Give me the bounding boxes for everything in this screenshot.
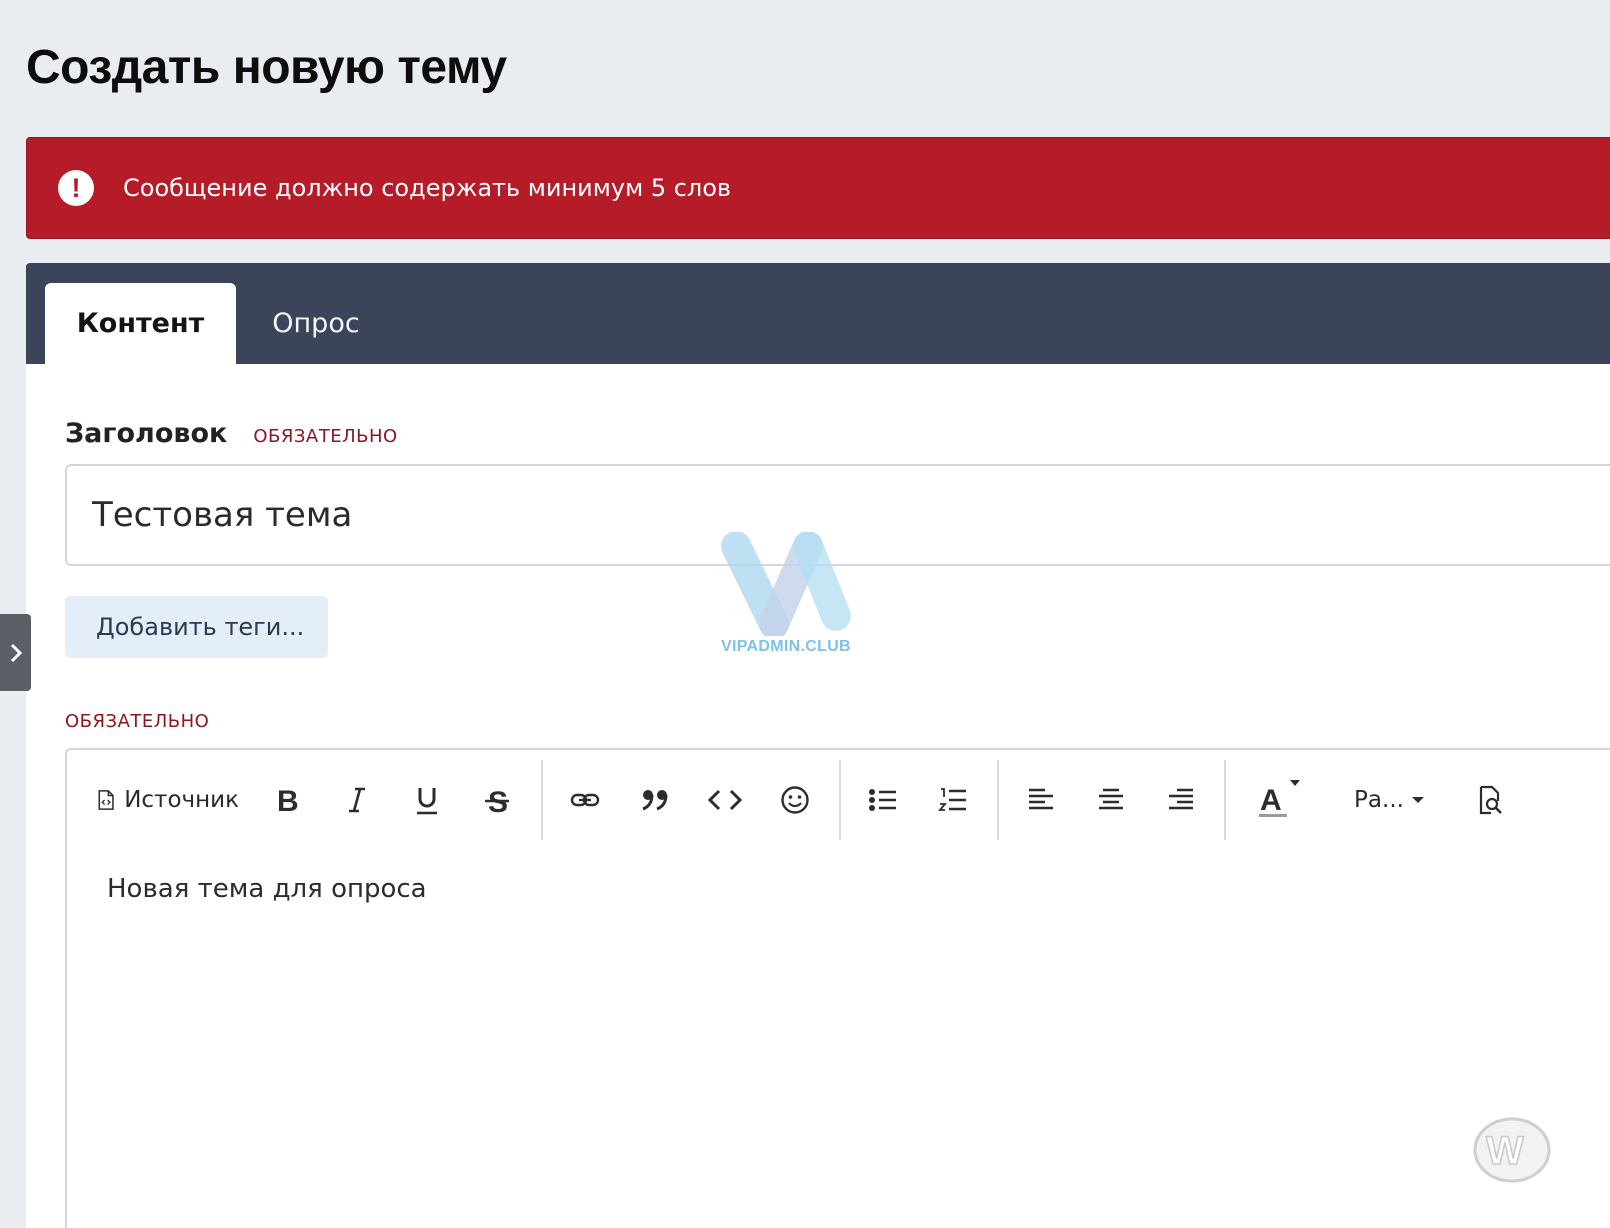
code-icon: [708, 789, 742, 811]
align-right-icon: [1169, 788, 1193, 810]
bold-button[interactable]: B: [263, 770, 311, 830]
exclamation-icon: !: [58, 170, 94, 206]
code-button[interactable]: [701, 770, 749, 830]
align-center-button[interactable]: [1087, 770, 1135, 830]
w-logo-icon: W: [1473, 1117, 1551, 1183]
error-banner: ! Сообщение должно содержать минимум 5 с…: [26, 137, 1610, 239]
emoji-button[interactable]: [771, 770, 819, 830]
sidebar-toggle-button[interactable]: [0, 614, 31, 691]
toolbar-separator: [839, 760, 841, 840]
title-field-label: Заголовок ОБЯЗАТЕЛЬНО: [65, 418, 398, 449]
chevron-right-icon: [10, 643, 22, 662]
quote-button[interactable]: [631, 770, 679, 830]
font-size-label: Ра...: [1354, 787, 1404, 813]
svg-text:B: B: [277, 786, 298, 814]
svg-text:A: A: [1260, 784, 1282, 817]
numbered-list-icon: [938, 788, 966, 811]
w-logo-badge: W: [1472, 1116, 1552, 1184]
align-center-icon: [1099, 788, 1123, 810]
svg-text:W: W: [1486, 1129, 1524, 1173]
toolbar-separator: [1224, 760, 1226, 840]
title-label: Заголовок: [65, 418, 228, 449]
align-left-icon: [1029, 788, 1053, 810]
preview-button[interactable]: [1467, 770, 1515, 830]
bold-icon: B: [277, 786, 298, 814]
tabs-bar: Контент Опрос: [26, 263, 1610, 364]
italic-icon: [349, 787, 365, 813]
content-panel: Заголовок ОБЯЗАТЕЛЬНО Добавить теги... О…: [26, 364, 1610, 1228]
page-title: Создать новую тему: [26, 41, 507, 94]
underline-icon: [417, 788, 437, 815]
add-tags-button[interactable]: Добавить теги...: [65, 596, 328, 658]
chevron-down-icon: [1411, 797, 1424, 803]
font-size-dropdown[interactable]: Ра...: [1349, 770, 1429, 830]
underline-button[interactable]: [403, 770, 451, 830]
toolbar-separator: [541, 760, 543, 840]
source-label: Источник: [124, 787, 239, 813]
title-required-hint: ОБЯЗАТЕЛЬНО: [253, 426, 398, 447]
text-color-button[interactable]: A: [1245, 770, 1309, 830]
source-button[interactable]: Источник: [97, 770, 239, 830]
bullet-list-icon: [869, 789, 896, 811]
editor-toolbar: Источник B S A Ра...: [67, 750, 1610, 850]
link-button[interactable]: [561, 770, 609, 830]
error-message: Сообщение должно содержать минимум 5 сло…: [123, 174, 732, 202]
text-color-icon: A: [1259, 780, 1300, 817]
align-right-button[interactable]: [1157, 770, 1205, 830]
message-editor: Источник B S A Ра... Новая тема для опро…: [65, 748, 1610, 1228]
italic-button[interactable]: [333, 770, 381, 830]
source-code-icon: [98, 790, 114, 810]
numbered-list-button[interactable]: [929, 770, 977, 830]
watermark-logo-icon: [721, 531, 851, 639]
tab-poll[interactable]: Опрос: [236, 283, 396, 364]
link-icon: [570, 793, 600, 807]
align-left-button[interactable]: [1017, 770, 1065, 830]
tab-content[interactable]: Контент: [45, 283, 236, 364]
watermark-text: VIPADMIN.CLUB: [721, 638, 851, 655]
preview-icon: [1479, 785, 1502, 815]
smiley-icon: [781, 786, 809, 814]
watermark: VIPADMIN.CLUB: [716, 531, 856, 662]
editor-content[interactable]: Новая тема для опроса: [107, 874, 427, 904]
bullet-list-button[interactable]: [859, 770, 907, 830]
quote-icon: [642, 790, 668, 811]
message-required-hint: ОБЯЗАТЕЛЬНО: [65, 711, 210, 732]
toolbar-separator: [997, 760, 999, 840]
strikethrough-icon: S: [485, 786, 509, 815]
strikethrough-button[interactable]: S: [473, 770, 521, 830]
